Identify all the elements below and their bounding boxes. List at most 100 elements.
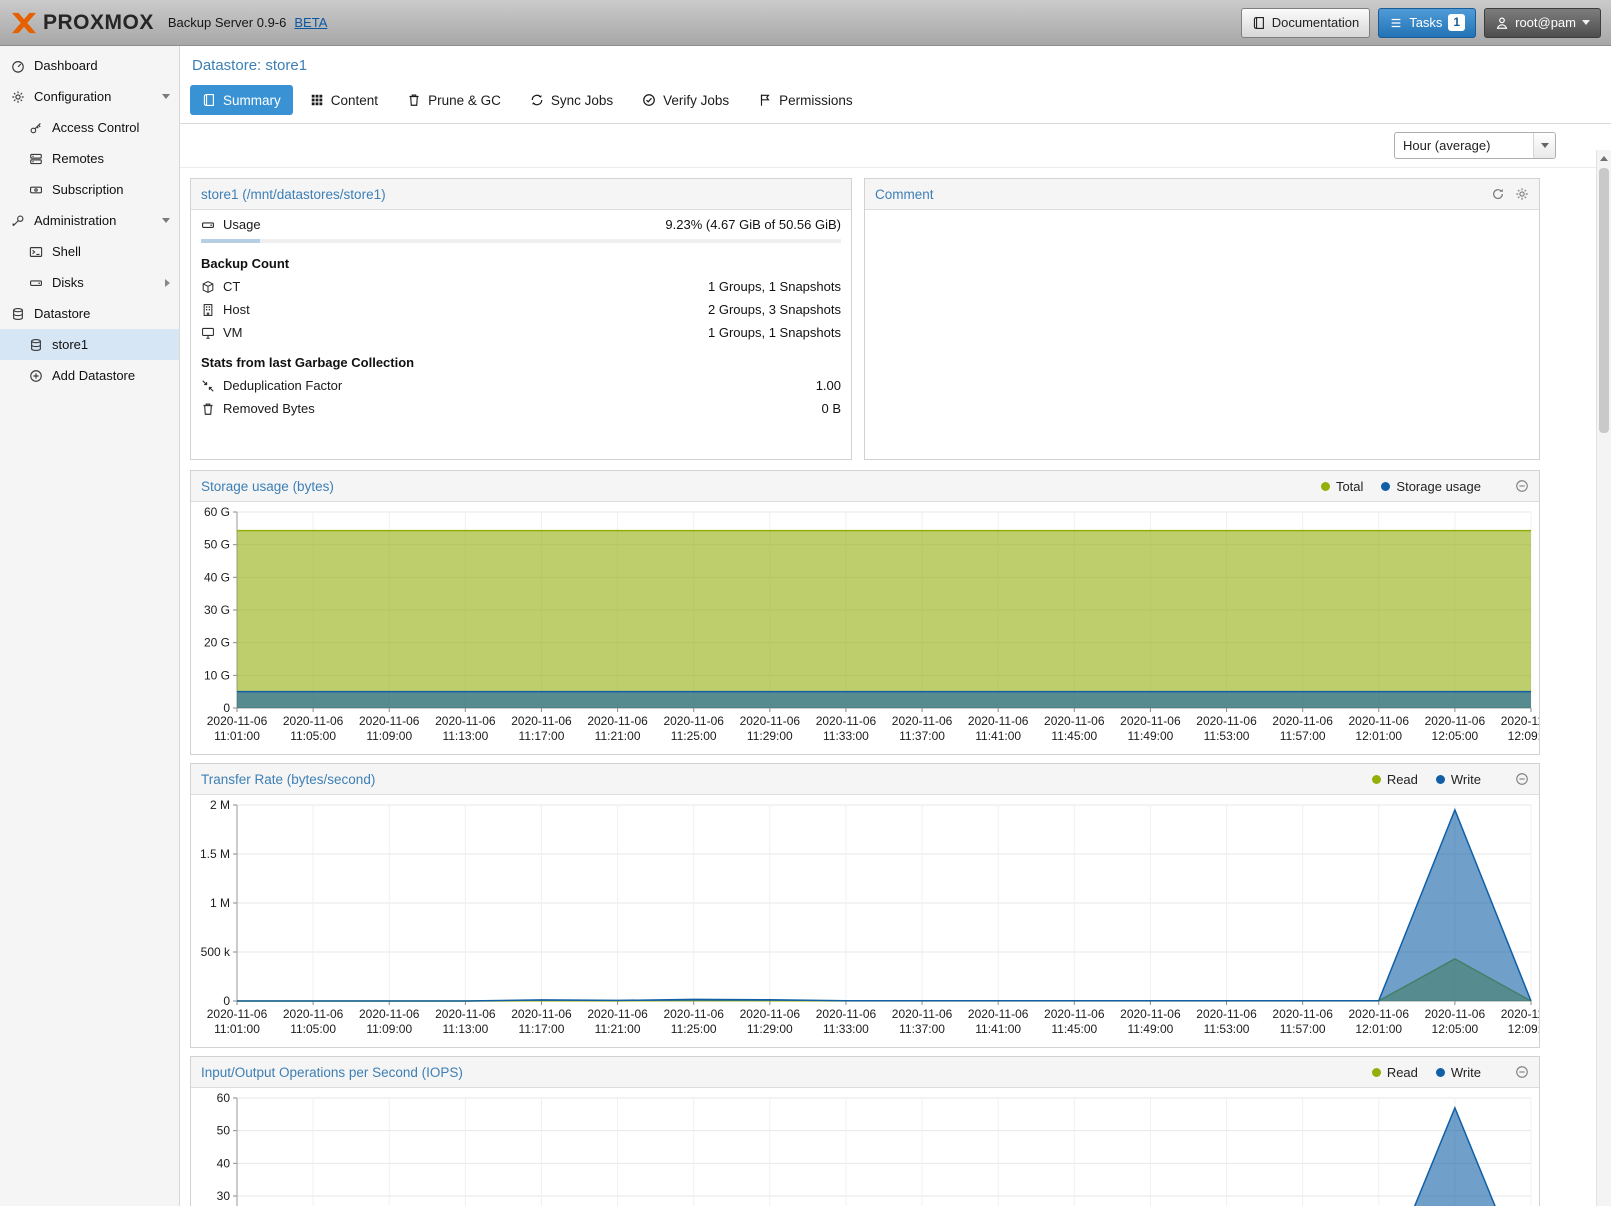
legend-item-read[interactable]: Read (1372, 772, 1418, 787)
svg-text:30: 30 (217, 1189, 231, 1203)
trash-icon (407, 93, 421, 107)
sidebar-item-subscription[interactable]: Subscription (0, 174, 179, 205)
svg-text:2020-11-06: 2020-11-06 (816, 1007, 877, 1021)
documentation-button[interactable]: Documentation (1241, 8, 1370, 38)
usage-progress-fill (201, 239, 260, 243)
tab-content[interactable]: Content (298, 85, 390, 115)
legend-item-write[interactable]: Write (1436, 772, 1481, 787)
building-icon (201, 303, 223, 317)
tab-label: Sync Jobs (551, 93, 613, 108)
sidebar-item-dashboard[interactable]: Dashboard (0, 50, 179, 81)
svg-text:50: 50 (217, 1124, 231, 1138)
svg-text:11:13:00: 11:13:00 (442, 1022, 488, 1036)
tab-label: Content (331, 93, 378, 108)
sidebar-item-label: Shell (52, 244, 81, 259)
sidebar-item-label: Disks (52, 275, 84, 290)
collapse-caret-icon[interactable] (165, 279, 170, 287)
svg-text:2020-11-06: 2020-11-06 (1501, 1007, 1539, 1021)
expand-caret-icon[interactable] (162, 218, 170, 223)
svg-text:11:09:00: 11:09:00 (366, 729, 412, 743)
legend-label: Write (1451, 772, 1481, 787)
usage-label: Usage (223, 217, 261, 232)
sidebar-item-label: Configuration (34, 89, 111, 104)
legend-item-storage-usage[interactable]: Storage usage (1381, 479, 1481, 494)
sidebar-item-label: Subscription (52, 182, 124, 197)
select-trigger[interactable] (1533, 133, 1555, 158)
dedup-row: Deduplication Factor 1.00 (191, 374, 851, 397)
svg-text:1 M: 1 M (210, 896, 230, 910)
tab-permissions[interactable]: Permissions (746, 85, 865, 115)
svg-text:12:01:00: 12:01:00 (1355, 729, 1402, 743)
collapse-minus-icon[interactable] (1515, 772, 1529, 786)
legend-item-write[interactable]: Write (1436, 1065, 1481, 1080)
page-title: Datastore: store1 (180, 46, 1611, 81)
svg-text:11:41:00: 11:41:00 (975, 729, 1021, 743)
svg-text:60: 60 (217, 1091, 231, 1105)
sidebar-item-shell[interactable]: Shell (0, 236, 179, 267)
svg-text:2020-11-06: 2020-11-06 (511, 1007, 572, 1021)
database-icon (10, 307, 26, 321)
server-icon (28, 152, 44, 166)
vertical-scrollbar[interactable] (1596, 150, 1611, 1206)
svg-text:11:05:00: 11:05:00 (290, 729, 336, 743)
scrollbar-thumb[interactable] (1599, 168, 1609, 433)
tab-verify-jobs[interactable]: Verify Jobs (630, 85, 741, 115)
transfer-rate-panel: Transfer Rate (bytes/second) Read Write (190, 763, 1540, 1048)
collapse-minus-icon[interactable] (1515, 479, 1529, 493)
svg-text:20 G: 20 G (204, 636, 230, 650)
usage-row: Usage 9.23% (4.67 GiB of 50.56 GiB) (191, 210, 851, 237)
svg-text:2020-11-06: 2020-11-06 (1272, 1007, 1333, 1021)
removed-bytes-label: Removed Bytes (223, 401, 315, 416)
panel-header: store1 (/mnt/datastores/store1) (191, 179, 851, 210)
sidebar-item-add-datastore[interactable]: Add Datastore (0, 360, 179, 391)
svg-text:12:09:00: 12:09:00 (1508, 729, 1539, 743)
tab-summary[interactable]: Summary (190, 85, 293, 115)
user-menu-button[interactable]: root@pam (1484, 8, 1601, 38)
legend-item-read[interactable]: Read (1372, 1065, 1418, 1080)
tab-prune-gc[interactable]: Prune & GC (395, 85, 513, 115)
svg-text:40: 40 (217, 1156, 231, 1170)
hdd-icon (201, 218, 223, 232)
tab-sync-jobs[interactable]: Sync Jobs (518, 85, 625, 115)
host-row: Host 2 Groups, 3 Snapshots (191, 298, 851, 321)
tasks-badge: 1 (1448, 14, 1465, 31)
proxmox-x-icon (10, 11, 38, 35)
sidebar-item-administration[interactable]: Administration (0, 205, 179, 236)
tab-label: Verify Jobs (663, 93, 729, 108)
chevron-down-icon (1582, 20, 1590, 25)
sidebar-item-access-control[interactable]: Access Control (0, 112, 179, 143)
collapse-minus-icon[interactable] (1515, 1065, 1529, 1079)
sidebar-item-configuration[interactable]: Configuration (0, 81, 179, 112)
expand-caret-icon[interactable] (162, 94, 170, 99)
transfer-rate-chart: 0500 k1 M1.5 M2 M2020-11-0611:01:002020-… (191, 795, 1539, 1047)
sidebar-item-disks[interactable]: Disks (0, 267, 179, 298)
svg-text:30 G: 30 G (204, 603, 230, 617)
sidebar-item-remotes[interactable]: Remotes (0, 143, 179, 174)
sidebar-item-label: Add Datastore (52, 368, 135, 383)
scrollbar-up-arrow[interactable] (1597, 150, 1611, 166)
svg-text:11:09:00: 11:09:00 (366, 1022, 412, 1036)
tasks-button[interactable]: Tasks 1 (1378, 8, 1476, 38)
refresh-icon[interactable] (1491, 187, 1505, 201)
triangle-up-icon (1600, 156, 1608, 161)
legend-item-total[interactable]: Total (1321, 479, 1363, 494)
svg-text:2020-11-06: 2020-11-06 (892, 714, 953, 728)
vm-row: VM 1 Groups, 1 Snapshots (191, 321, 851, 344)
beta-link[interactable]: BETA (294, 15, 327, 30)
svg-text:2020-11-06: 2020-11-06 (283, 1007, 344, 1021)
svg-text:11:53:00: 11:53:00 (1204, 1022, 1250, 1036)
gears-icon (10, 90, 26, 104)
svg-text:11:57:00: 11:57:00 (1280, 1022, 1326, 1036)
gear-icon[interactable] (1515, 187, 1529, 201)
sidebar-item-store1[interactable]: store1 (0, 329, 179, 360)
ct-row: CT 1 Groups, 1 Snapshots (191, 275, 851, 298)
timeframe-value: Hour (average) (1403, 138, 1490, 153)
main-layout: Dashboard Configuration Access Control (0, 46, 1611, 1206)
chart-header: Input/Output Operations per Second (IOPS… (191, 1057, 1539, 1088)
grid-icon (310, 93, 324, 107)
timeframe-select[interactable]: Hour (average) (1394, 132, 1556, 159)
comment-panel: Comment (864, 178, 1540, 460)
removed-bytes-value: 0 B (821, 401, 841, 416)
svg-text:12:05:00: 12:05:00 (1432, 729, 1479, 743)
sidebar-item-datastore[interactable]: Datastore (0, 298, 179, 329)
